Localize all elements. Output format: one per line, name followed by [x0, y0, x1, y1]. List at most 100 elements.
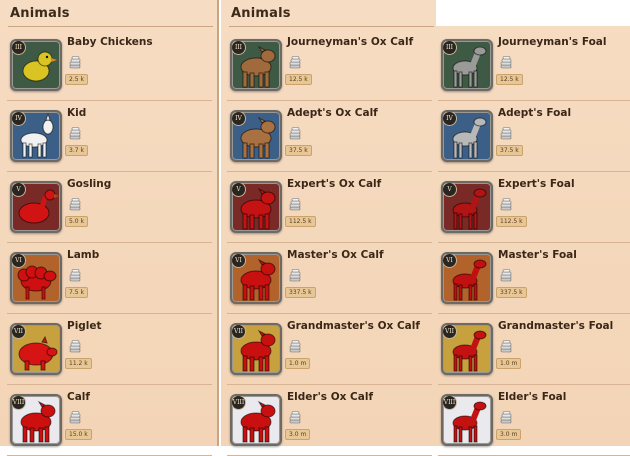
- item-price: 3.0 m: [285, 429, 311, 440]
- shop-item[interactable]: VIII Elder's Foal 3.0 m: [438, 387, 630, 456]
- item-slot[interactable]: VIII: [441, 394, 493, 446]
- silver-coins-icon: [289, 55, 301, 69]
- item-price: 1.0 m: [285, 358, 311, 369]
- item-name: Journeyman's Ox Calf: [287, 36, 414, 48]
- tier-badge: VII: [443, 325, 457, 339]
- tier-badge: VII: [232, 325, 246, 339]
- shop-item[interactable]: IV Adept's Ox Calf 37.5 k: [227, 103, 432, 172]
- tier-badge: V: [12, 183, 26, 197]
- item-price: 337.5 k: [496, 287, 527, 298]
- item-price: 2.5 k: [65, 74, 88, 85]
- silver-coins-icon: [500, 126, 512, 140]
- tier-badge: VI: [232, 254, 246, 268]
- item-price: 1.0 m: [496, 358, 522, 369]
- silver-coins-icon: [289, 268, 301, 282]
- item-slot[interactable]: IV: [230, 110, 282, 162]
- shop-item[interactable]: VI Master's Ox Calf 337.5 k: [227, 245, 432, 314]
- item-slot[interactable]: VI: [441, 252, 493, 304]
- item-slot[interactable]: III: [10, 39, 62, 91]
- shop-item[interactable]: V Expert's Foal 112.5 k: [438, 174, 630, 243]
- item-name: Elder's Foal: [498, 391, 567, 403]
- item-price: 7.5 k: [65, 287, 88, 298]
- tier-badge: III: [443, 41, 457, 55]
- tier-badge: V: [443, 183, 457, 197]
- item-slot[interactable]: V: [230, 181, 282, 233]
- tier-badge: VII: [12, 325, 26, 339]
- item-slot[interactable]: VI: [230, 252, 282, 304]
- title-divider: [8, 26, 213, 27]
- item-name: Master's Ox Calf: [287, 249, 384, 261]
- item-price: 37.5 k: [285, 145, 312, 156]
- shop-item[interactable]: V Expert's Ox Calf 112.5 k: [227, 174, 432, 243]
- tier-badge: IV: [12, 112, 26, 126]
- item-name: Elder's Ox Calf: [287, 391, 374, 403]
- item-name: Expert's Foal: [498, 178, 575, 190]
- silver-coins-icon: [500, 410, 512, 424]
- item-slot[interactable]: III: [441, 39, 493, 91]
- silver-coins-icon: [69, 55, 81, 69]
- silver-coins-icon: [500, 55, 512, 69]
- item-slot[interactable]: VII: [230, 323, 282, 375]
- tier-badge: VI: [12, 254, 26, 268]
- item-name: Kid: [67, 107, 87, 119]
- item-price: 5.0 k: [65, 216, 88, 227]
- shop-item[interactable]: III Journeyman's Foal 12.5 k: [438, 32, 630, 101]
- item-name: Lamb: [67, 249, 100, 261]
- silver-coins-icon: [289, 197, 301, 211]
- shop-item[interactable]: VII Grandmaster's Foal 1.0 m: [438, 316, 630, 385]
- shop-item[interactable]: VIII Calf 15.0 k: [7, 387, 212, 456]
- item-slot[interactable]: VI: [10, 252, 62, 304]
- item-price: 112.5 k: [496, 216, 527, 227]
- shop-item[interactable]: V Gosling 5.0 k: [7, 174, 212, 243]
- item-price: 3.0 m: [496, 429, 522, 440]
- item-name: Piglet: [67, 320, 102, 332]
- item-slot[interactable]: IV: [441, 110, 493, 162]
- tier-badge: III: [12, 41, 26, 55]
- item-slot[interactable]: IV: [10, 110, 62, 162]
- silver-coins-icon: [69, 126, 81, 140]
- tier-badge: IV: [232, 112, 246, 126]
- item-name: Master's Foal: [498, 249, 577, 261]
- item-name: Grandmaster's Foal: [498, 320, 614, 332]
- item-slot[interactable]: VII: [441, 323, 493, 375]
- item-slot[interactable]: V: [441, 181, 493, 233]
- shop-item[interactable]: VII Grandmaster's Ox Calf 1.0 m: [227, 316, 432, 385]
- item-price: 3.7 k: [65, 145, 88, 156]
- shop-item[interactable]: IV Adept's Foal 37.5 k: [438, 103, 630, 172]
- item-name: Adept's Foal: [498, 107, 572, 119]
- item-slot[interactable]: VIII: [10, 394, 62, 446]
- silver-coins-icon: [69, 410, 81, 424]
- item-slot[interactable]: VIII: [230, 394, 282, 446]
- item-name: Journeyman's Foal: [498, 36, 607, 48]
- item-price: 15.0 k: [65, 429, 92, 440]
- item-slot[interactable]: III: [230, 39, 282, 91]
- item-price: 11.2 k: [65, 358, 92, 369]
- item-price: 37.5 k: [496, 145, 523, 156]
- shop-item[interactable]: VI Lamb 7.5 k: [7, 245, 212, 314]
- shop-item[interactable]: VI Master's Foal 337.5 k: [438, 245, 630, 314]
- item-name: Grandmaster's Ox Calf: [287, 320, 420, 332]
- shop-item[interactable]: III Baby Chickens 2.5 k: [7, 32, 212, 101]
- shop-item[interactable]: IV Kid 3.7 k: [7, 103, 212, 172]
- tier-badge: VIII: [232, 396, 246, 410]
- item-price: 112.5 k: [285, 216, 316, 227]
- top-blank-area: [436, 0, 630, 26]
- animals-panel-left: Animals III Baby Chickens 2.5 k IV Kid 3.7 k V…: [0, 0, 219, 456]
- item-name: Adept's Ox Calf: [287, 107, 378, 119]
- tier-badge: IV: [443, 112, 457, 126]
- silver-coins-icon: [289, 126, 301, 140]
- silver-coins-icon: [69, 197, 81, 211]
- silver-coins-icon: [500, 197, 512, 211]
- item-name: Expert's Ox Calf: [287, 178, 382, 190]
- tier-badge: V: [232, 183, 246, 197]
- item-slot[interactable]: V: [10, 181, 62, 233]
- tier-badge: VIII: [12, 396, 26, 410]
- shop-item[interactable]: VIII Elder's Ox Calf 3.0 m: [227, 387, 432, 456]
- item-slot[interactable]: VII: [10, 323, 62, 375]
- item-name: Gosling: [67, 178, 112, 190]
- shop-item[interactable]: III Journeyman's Ox Calf 12.5 k: [227, 32, 432, 101]
- shop-item[interactable]: VII Piglet 11.2 k: [7, 316, 212, 385]
- tier-badge: VI: [443, 254, 457, 268]
- silver-coins-icon: [500, 339, 512, 353]
- tier-badge: VIII: [443, 396, 457, 410]
